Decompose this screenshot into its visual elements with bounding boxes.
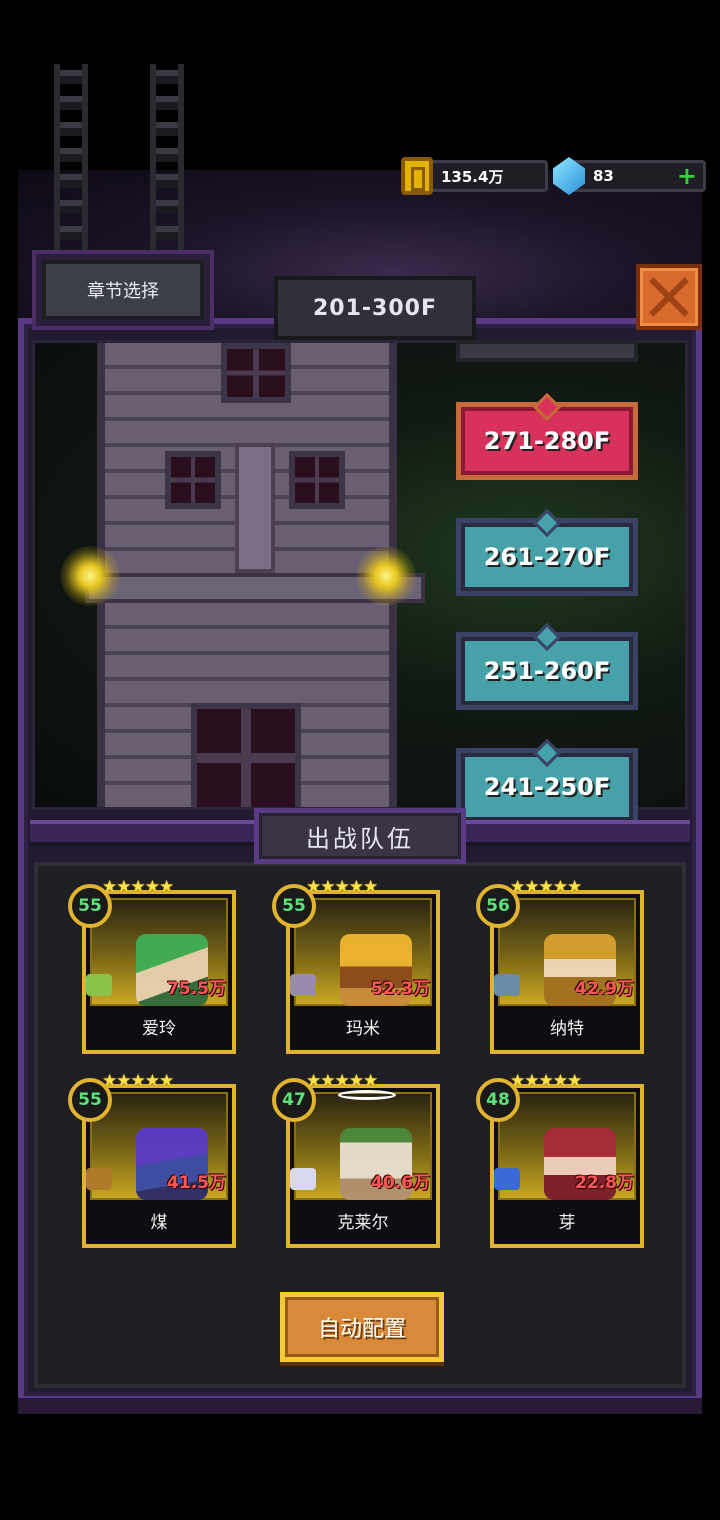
floor-button-partial[interactable]	[456, 340, 638, 362]
close-button[interactable]	[636, 264, 702, 330]
tower-window	[221, 343, 291, 403]
hero-name: 纳特	[498, 1006, 636, 1046]
floor-button-271-280[interactable]: 271-280F	[456, 402, 638, 480]
chain-icon	[150, 64, 184, 254]
hero-level: 47	[272, 1078, 316, 1122]
star-icon: ★★★★★	[510, 1071, 582, 1091]
gem-value: 83	[593, 167, 614, 185]
halo-icon	[338, 1090, 396, 1100]
hero-power: 52.3万	[371, 979, 430, 999]
auto-configure-button[interactable]: 自动配置	[280, 1292, 444, 1362]
star-icon: ★★★★★	[102, 1071, 174, 1091]
class-icon	[290, 974, 316, 996]
class-icon	[86, 1168, 112, 1190]
hero-level: 55	[68, 884, 112, 928]
tower-window	[165, 451, 221, 509]
hero-card[interactable]: 克莱尔 ★★★★★ 47 40.6万	[272, 1072, 442, 1248]
star-icon: ★★★★★	[306, 877, 378, 897]
torch-icon	[60, 546, 120, 606]
floor-button-251-260[interactable]: 251-260F	[456, 632, 638, 710]
class-icon	[494, 1168, 520, 1190]
tower	[85, 343, 425, 807]
tower-window	[289, 451, 345, 509]
tower-pillar	[235, 443, 275, 573]
plus-icon[interactable]: +	[677, 163, 697, 189]
panel-bottom-edge	[18, 1398, 702, 1414]
hero-card[interactable]: 纳特 ★★★★★ 56 42.9万	[476, 878, 646, 1054]
hero-card[interactable]: 芽 ★★★★★ 48 22.8万	[476, 1072, 646, 1248]
gold-coin-icon	[401, 157, 433, 195]
floor-button-261-270[interactable]: 261-270F	[456, 518, 638, 596]
hero-name: 玛米	[294, 1006, 432, 1046]
team-title: 出战队伍	[254, 808, 466, 864]
chapter-select-label: 章节选择	[42, 260, 204, 320]
hero-name: 煤	[90, 1200, 228, 1240]
chain-icon	[54, 64, 88, 254]
hero-name: 芽	[498, 1200, 636, 1240]
class-icon	[494, 974, 520, 996]
hero-level: 55	[68, 1078, 112, 1122]
class-icon	[86, 974, 112, 996]
hero-card[interactable]: 玛米 ★★★★★ 55 52.3万	[272, 878, 442, 1054]
gold-counter: 135.4万	[401, 157, 548, 195]
tower-gate[interactable]	[191, 703, 301, 807]
gold-value: 135.4万	[441, 167, 504, 186]
hero-power: 42.9万	[575, 979, 634, 999]
hero-card[interactable]: 爱玲 ★★★★★ 55 75.5万	[68, 878, 238, 1054]
hero-level: 55	[272, 884, 316, 928]
hero-name: 克莱尔	[294, 1200, 432, 1240]
hero-card[interactable]: 煤 ★★★★★ 55 41.5万	[68, 1072, 238, 1248]
star-icon: ★★★★★	[102, 877, 174, 897]
hero-name: 爱玲	[90, 1006, 228, 1046]
hero-level: 48	[476, 1078, 520, 1122]
gem-counter: 83 +	[553, 157, 706, 195]
hero-level: 56	[476, 884, 520, 928]
hero-power: 40.6万	[371, 1173, 430, 1193]
floor-range-title: 201-300F	[274, 276, 476, 340]
hero-power: 75.5万	[167, 979, 226, 999]
floor-button-241-250[interactable]: 241-250F	[456, 748, 638, 826]
torch-icon	[356, 546, 416, 606]
star-icon: ★★★★★	[510, 877, 582, 897]
hero-power: 41.5万	[167, 1173, 226, 1193]
chapter-select-button[interactable]: 章节选择	[32, 250, 214, 330]
hero-power: 22.8万	[575, 1173, 634, 1193]
star-icon: ★★★★★	[306, 1071, 378, 1091]
class-icon	[290, 1168, 316, 1190]
